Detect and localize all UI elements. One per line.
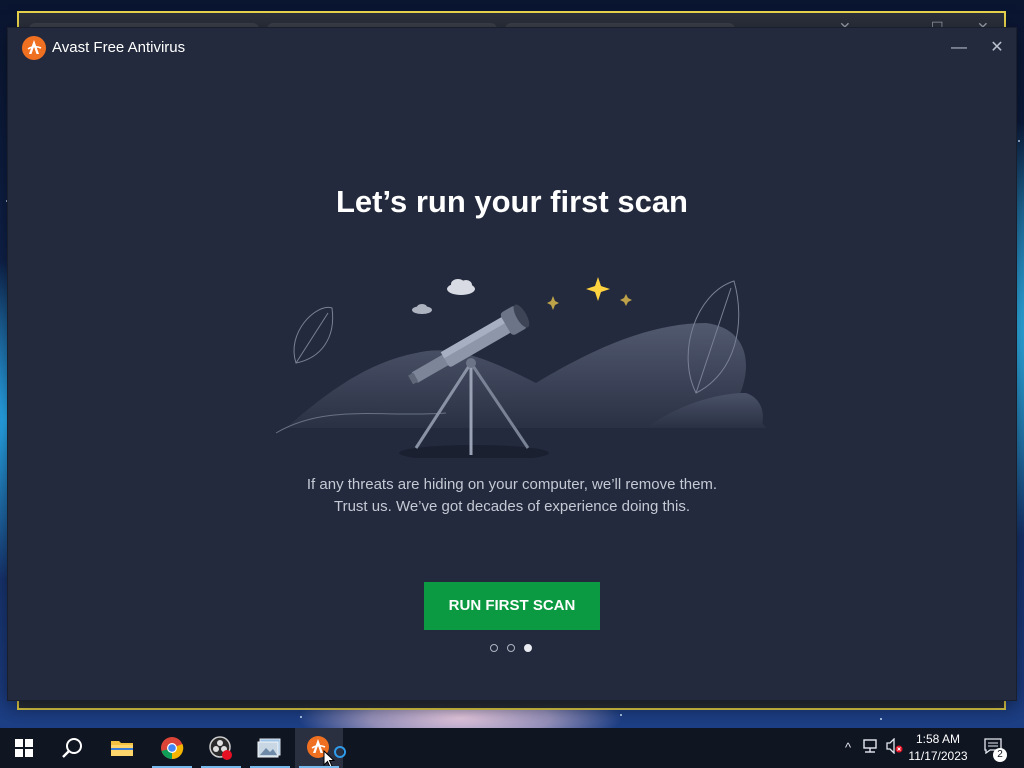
pager-dot-1[interactable]: [490, 644, 498, 652]
taskbar-file-explorer[interactable]: [98, 728, 146, 768]
description-line-2: Trust us. We’ve got decades of experienc…: [333, 498, 691, 515]
run-first-scan-button[interactable]: RUN FIRST SCAN: [424, 582, 600, 630]
start-button[interactable]: [0, 728, 48, 768]
minimize-icon: —: [951, 39, 967, 56]
clock-time: 1:58 AM: [915, 732, 961, 746]
close-button[interactable]: ✕: [982, 34, 1012, 62]
page-title: Let’s run your first scan: [336, 184, 688, 219]
pager-dot-2[interactable]: [507, 644, 515, 652]
taskbar: ^ 1:58 AM 11/17/2023 2: [0, 728, 1024, 768]
close-icon: ✕: [990, 39, 1004, 56]
taskbar-avast[interactable]: [295, 728, 346, 768]
record-icon: [209, 736, 232, 760]
cursor-icon: [323, 750, 335, 768]
pager-dot-3[interactable]: [524, 644, 532, 652]
avast-window: Avast Free Antivirus — ✕ Let’s run your …: [8, 28, 1016, 700]
description-line-1: If any threats are hiding on your comput…: [306, 476, 718, 493]
chevron-up-icon[interactable]: ^: [838, 738, 858, 758]
windows-icon: [15, 739, 33, 757]
pager-dots: [490, 644, 538, 654]
description: If any threats are hiding on your comput…: [8, 474, 1016, 518]
search-button[interactable]: [48, 728, 96, 768]
system-clock[interactable]: 1:58 AM 11/17/2023: [902, 731, 974, 765]
folder-icon: [111, 741, 133, 756]
notification-count-badge: 2: [993, 748, 1007, 762]
taskbar-obs[interactable]: [197, 728, 245, 768]
telescope-illustration: [275, 277, 766, 458]
taskbar-image-viewer[interactable]: [246, 728, 294, 768]
minimize-button[interactable]: —: [944, 34, 974, 62]
image-icon: [257, 738, 281, 758]
window-title: Avast Free Antivirus: [52, 39, 186, 56]
clock-date: 11/17/2023: [908, 749, 968, 763]
loading-ring-icon: [334, 746, 346, 758]
avast-logo-icon: [22, 36, 46, 60]
title-bar[interactable]: Avast Free Antivirus — ✕: [8, 28, 1016, 68]
chrome-icon: [161, 737, 184, 760]
network-icon[interactable]: [860, 738, 880, 758]
search-icon: [62, 738, 82, 758]
volume-muted-icon[interactable]: [884, 737, 904, 758]
taskbar-chrome[interactable]: [148, 728, 196, 768]
